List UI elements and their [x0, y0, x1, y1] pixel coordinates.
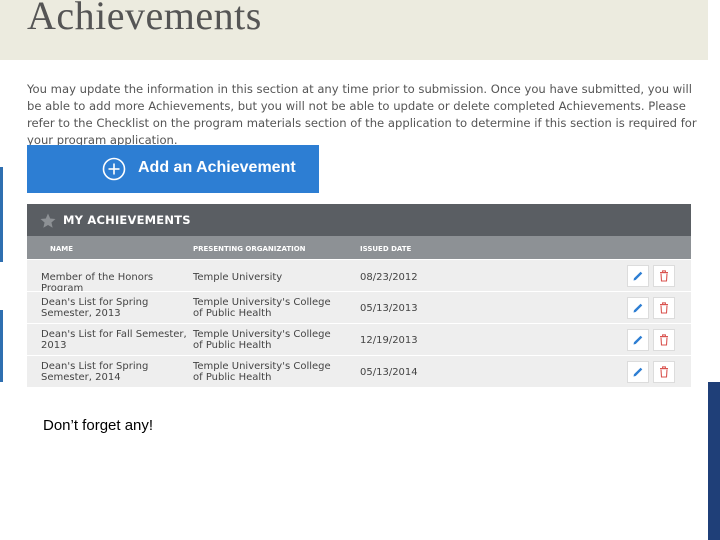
panel-header: MY ACHIEVEMENTS — [27, 204, 691, 236]
edit-button[interactable] — [627, 297, 649, 319]
trash-icon — [660, 302, 668, 314]
pencil-icon — [633, 367, 643, 377]
presenting-organization: Temple University's College of Public He… — [193, 297, 331, 319]
panel-title: MY ACHIEVEMENTS — [63, 213, 191, 227]
edit-button[interactable] — [627, 329, 649, 351]
trash-icon — [660, 366, 668, 378]
reminder-note: Don’t forget any! — [43, 417, 154, 434]
issued-date: 05/13/2014 — [360, 367, 418, 378]
presenting-organization: Temple University's College of Public He… — [193, 361, 331, 383]
star-icon — [40, 213, 56, 228]
delete-button[interactable] — [653, 361, 675, 383]
table-row: Dean's List for Spring Semester, 2014 Te… — [27, 355, 691, 387]
pencil-icon — [633, 271, 643, 281]
presenting-organization: Temple University — [193, 272, 283, 283]
column-header-date: ISSUED DATE — [360, 245, 412, 253]
presenting-organization: Temple University's College of Public He… — [193, 329, 331, 351]
issued-date: 12/19/2013 — [360, 335, 418, 346]
achievement-name: Dean's List for Spring Semester, 2013 — [41, 297, 149, 319]
achievement-name: Dean's List for Fall Semester, 2013 — [41, 329, 187, 351]
left-accent-marker — [0, 310, 3, 382]
issued-date: 05/13/2013 — [360, 303, 418, 314]
delete-button[interactable] — [653, 265, 675, 287]
pencil-icon — [633, 303, 643, 313]
slide-accent-bar — [708, 382, 720, 540]
column-header-name: NAME — [50, 245, 74, 253]
add-achievement-label: Add an Achievement — [138, 159, 296, 176]
plus-circle-icon — [102, 157, 126, 181]
delete-button[interactable] — [653, 329, 675, 351]
achievements-panel: MY ACHIEVEMENTS NAME PRESENTING ORGANIZA… — [27, 204, 691, 387]
issued-date: 08/23/2012 — [360, 272, 418, 283]
column-header-organization: PRESENTING ORGANIZATION — [193, 245, 306, 253]
achievement-name: Dean's List for Spring Semester, 2014 — [41, 361, 149, 383]
table-row: Dean's List for Spring Semester, 2013 Te… — [27, 291, 691, 323]
trash-icon — [660, 270, 668, 282]
table-row: Member of the Honors Program Temple Univ… — [27, 259, 691, 294]
delete-button[interactable] — [653, 297, 675, 319]
add-achievement-button[interactable]: Add an Achievement — [27, 145, 319, 193]
edit-button[interactable] — [627, 361, 649, 383]
table-row: Dean's List for Fall Semester, 2013 Temp… — [27, 323, 691, 355]
pencil-icon — [633, 335, 643, 345]
trash-icon — [660, 334, 668, 346]
intro-text: You may update the information in this s… — [27, 82, 697, 147]
edit-button[interactable] — [627, 265, 649, 287]
page-title: Achievements — [27, 0, 262, 38]
left-accent-marker — [0, 167, 3, 262]
